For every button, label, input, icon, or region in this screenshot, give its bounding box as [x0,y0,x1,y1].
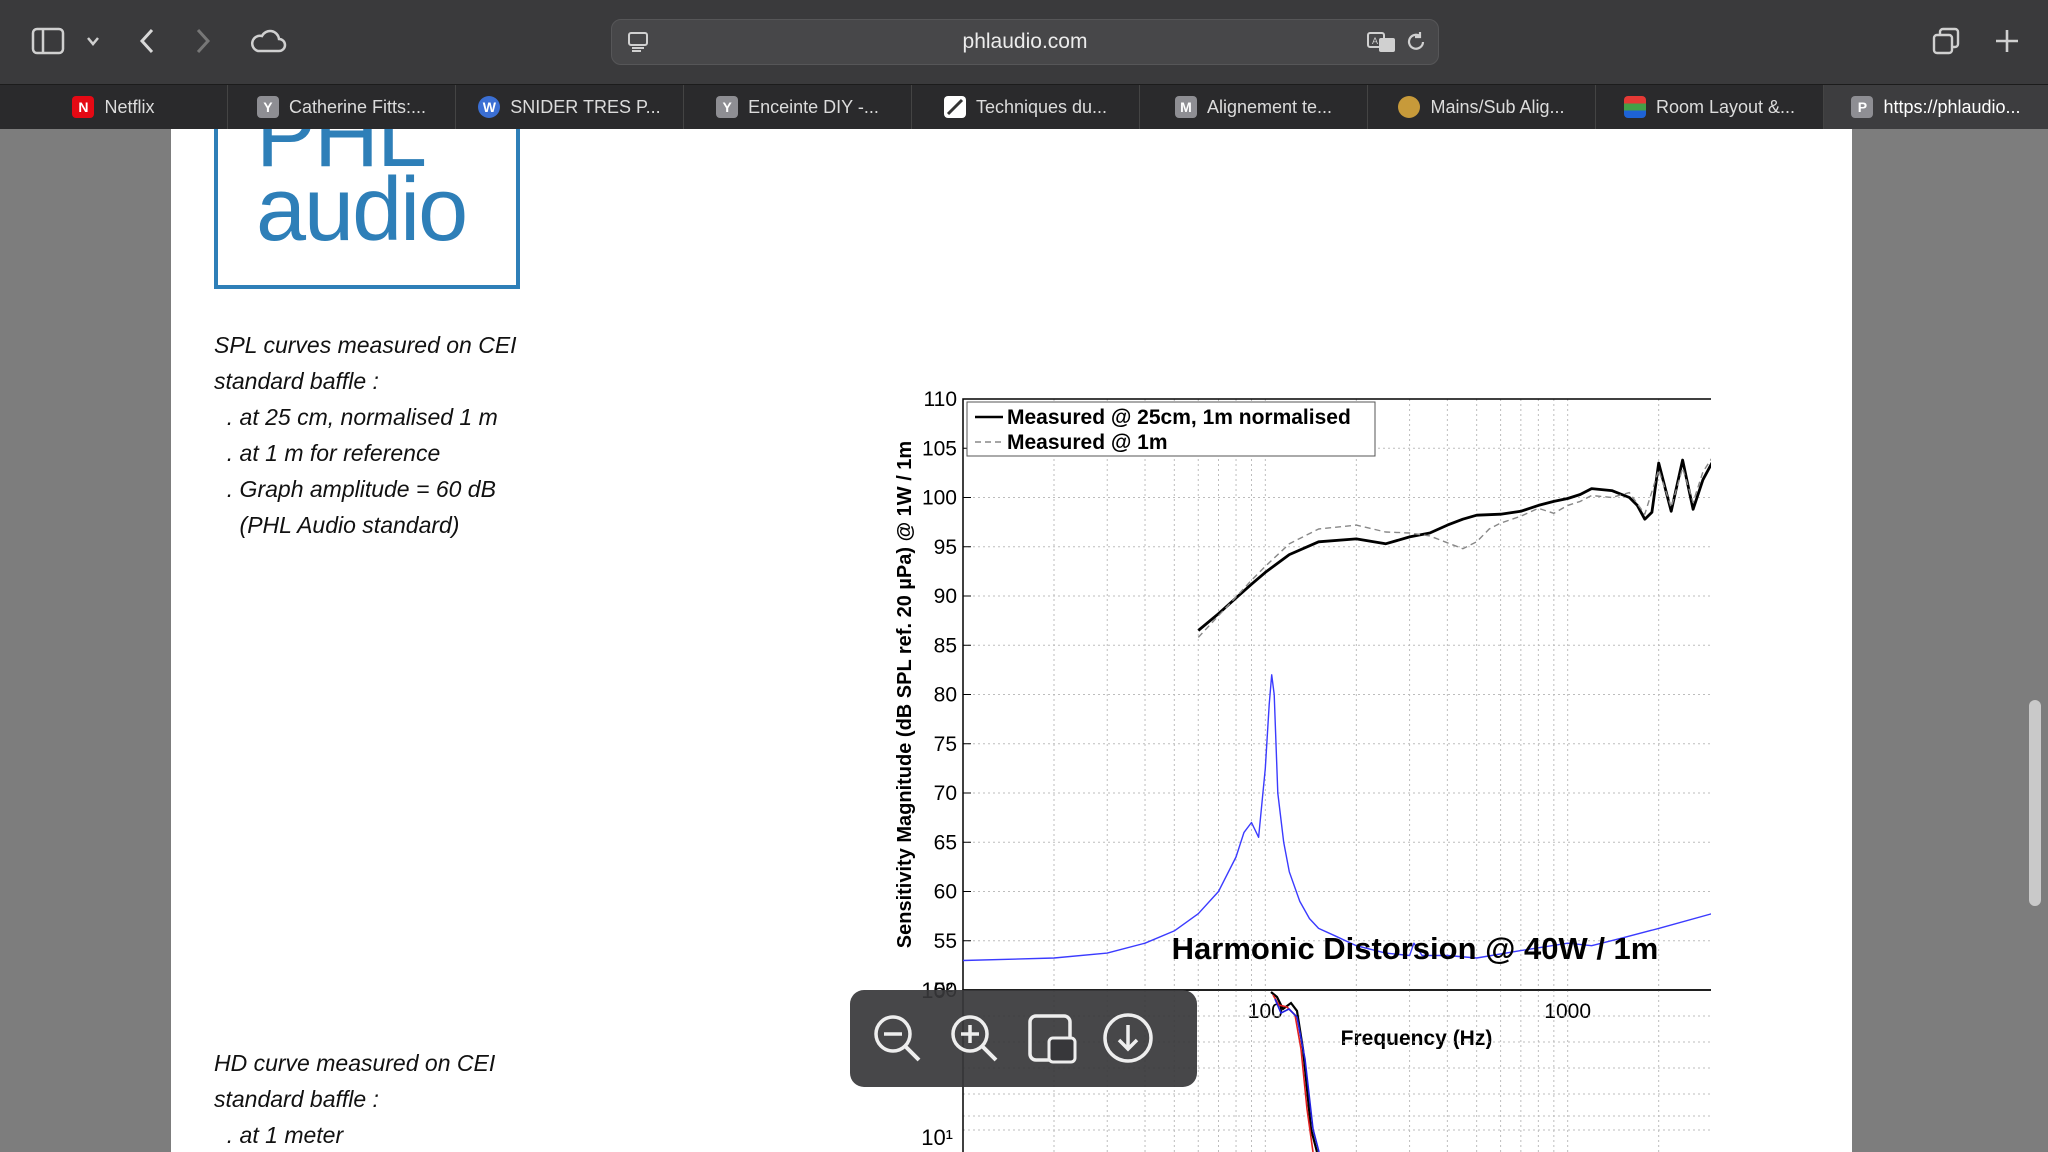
chevron-down-icon[interactable] [82,30,104,52]
zoom-in-icon[interactable] [944,1008,1004,1068]
tab-snider-tres[interactable]: W SNIDER TRES P... [456,85,684,129]
tab-title: Netflix [104,96,155,117]
yahoo-favicon: Y [256,96,279,118]
tab-techniques[interactable]: Techniques du... [912,85,1140,129]
y-tick-label: 60 [934,881,957,904]
note-line: . at 1 m for reference [214,440,441,466]
yahoo-favicon: Y [716,96,739,118]
tab-title: SNIDER TRES P... [510,96,661,117]
hd-note: HD curve measured on CEI standard baffle… [214,1045,495,1152]
fit-page-icon[interactable] [1021,1008,1081,1068]
stripes-favicon [1623,96,1646,118]
tab-catherine-fitts[interactable]: Y Catherine Fitts:... [228,85,456,129]
zoom-out-icon[interactable] [867,1008,927,1068]
p-favicon: P [1851,96,1874,118]
y-axis-label: Sensitivity Magnitude (dB SPL ref. 20 µP… [894,441,916,948]
tab-title: https://phlaudio... [1883,96,2021,117]
y-tick-label: 75 [934,733,957,756]
medium-favicon: M [1174,96,1197,118]
tab-title: Techniques du... [975,96,1108,117]
spl-note: SPL curves measured on CEI standard baff… [214,327,517,543]
phl-audio-logo: PHL audio [214,129,520,289]
back-icon[interactable] [132,24,162,58]
pen-favicon [943,96,966,118]
sidebar-icon[interactable] [30,24,66,58]
cloud-icon[interactable] [248,22,288,60]
note-line: (PHL Audio standard) [214,512,460,538]
legend-label: Measured @ 1m [1007,431,1168,454]
translate-icon[interactable]: A [1366,28,1398,56]
y-tick-label: 80 [934,684,957,707]
note-line: . Graph amplitude = 60 dB [214,476,496,502]
series-line-2 [962,674,1711,962]
y-tick-label: 105 [922,437,957,460]
tab-enceinte-diy[interactable]: Y Enceinte DIY -... [684,85,912,129]
y-tick-label: 85 [934,634,957,657]
logo-line2: audio [256,160,468,260]
note-line: SPL curves measured on CEI [214,332,517,358]
y-tick-label: 95 [934,536,957,559]
forward-icon[interactable] [188,24,218,58]
tab-title: Mains/Sub Alig... [1430,96,1565,117]
new-tab-icon[interactable] [1988,22,2026,60]
tab-title: Enceinte DIY -... [748,96,879,117]
scrollbar-thumb[interactable] [2029,700,2041,906]
tab-title: Catherine Fitts:... [288,96,427,117]
note-line: standard baffle : [214,368,379,394]
note-line: HD curve measured on CEI [214,1050,496,1076]
wordpress-favicon: W [478,96,501,118]
y-tick-label: 100 [922,487,957,510]
tab-phlaudio[interactable]: Phttps://phlaudio... [1824,85,2048,129]
globe-favicon [1398,96,1421,118]
tab-title: Alignement te... [1206,96,1333,117]
hd-chart-title: Harmonic Distorsion @ 40W / 1m [1172,931,1659,966]
browser-toolbar: phlaudio.com A [0,0,2048,84]
netflix-favicon: N [72,96,95,118]
pdf-zoom-controls [850,990,1197,1087]
tab-title: Room Layout &... [1655,96,1796,117]
tab-alignement[interactable]: M Alignement te... [1140,85,1368,129]
y-tick-label: 110 [924,388,957,411]
y-tick-label: 10¹ [921,1125,953,1150]
url-text[interactable]: phlaudio.com [612,20,1438,64]
note-line: standard baffle : [214,1086,379,1112]
address-bar[interactable]: phlaudio.com A [611,19,1439,65]
note-line: . at 1 meter [214,1122,344,1148]
note-line: . at 25 cm, normalised 1 m [214,404,498,430]
reload-icon[interactable] [1402,28,1430,56]
y-tick-label: 90 [934,585,957,608]
y-tick-label: 65 [934,831,957,854]
tab-overview-icon[interactable] [1927,22,1965,60]
tab-room-layout[interactable]: Room Layout &... [1596,85,1824,129]
tab-strip: N Netflix Y Catherine Fitts:... W SNIDER TR… [0,84,2048,129]
legend-label: Measured @ 25cm, 1m normalised [1007,406,1351,429]
y-tick-label: 70 [934,782,957,805]
download-icon[interactable] [1098,1008,1158,1068]
tab-netflix[interactable]: N Netflix [0,85,228,129]
tab-mains-sub[interactable]: Mains/Sub Alig... [1368,85,1596,129]
svg-text:A: A [1372,36,1378,46]
